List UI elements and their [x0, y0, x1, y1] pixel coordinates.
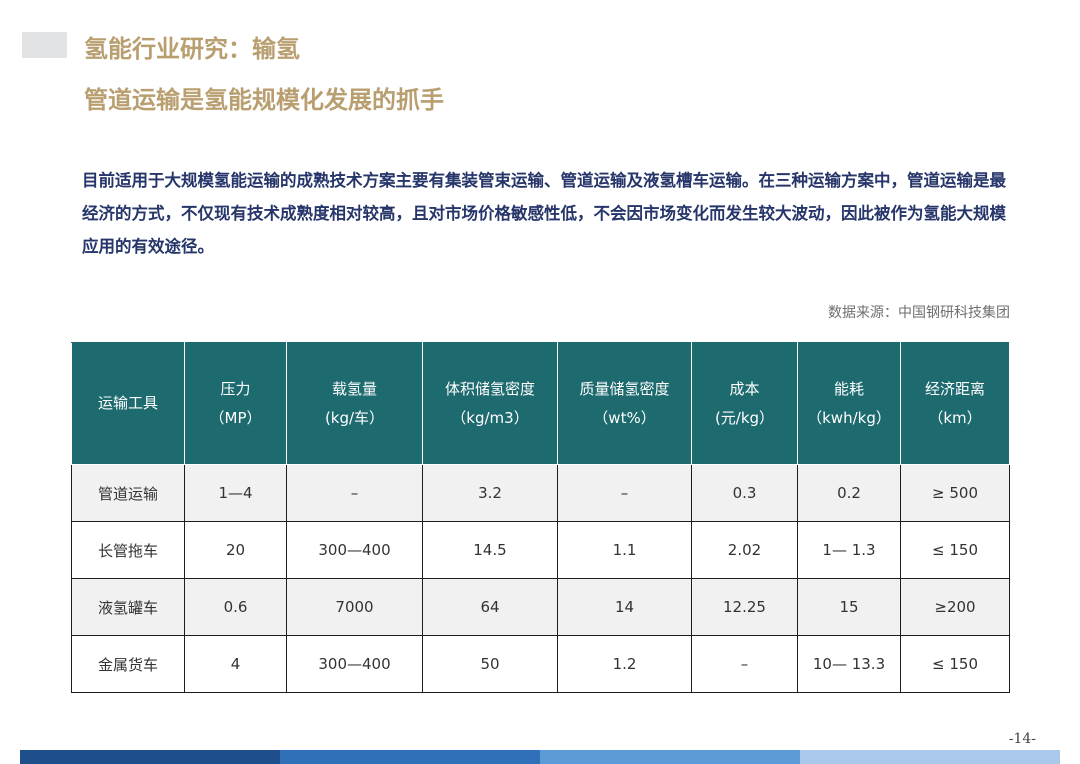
- table-cell: 14: [557, 578, 692, 636]
- header-unit: （km）: [928, 408, 982, 427]
- footer-segment: [20, 750, 280, 764]
- header-cell: 质量储氢密度 （wt%）: [557, 342, 692, 465]
- table-cell: ≥ 500: [900, 464, 1010, 522]
- table-cell: 15: [797, 578, 901, 636]
- table-cell: –: [691, 635, 798, 693]
- table-header-row: 运输工具 压力 （MP） 载氢量 (kg/车） 体积储氢密度 （kg/m3） 质量储氢…: [71, 342, 1010, 465]
- data-source: 数据来源：中国钢研科技集团: [828, 305, 1010, 321]
- header-cell: 运输工具: [71, 342, 185, 465]
- table-row: 管道运输 1—4 – 3.2 – 0.3 0.2 ≥ 500: [71, 464, 1010, 522]
- header-unit: （kwh/kg）: [807, 408, 891, 427]
- table-row: 金属货车 4 300—400 50 1.2 – 10— 13.3 ≤ 150: [71, 635, 1010, 693]
- header-unit: （wt%）: [593, 408, 656, 427]
- table-cell: 2.02: [691, 521, 798, 579]
- table-cell: 0.3: [691, 464, 798, 522]
- table-cell: 20: [184, 521, 287, 579]
- table-cell: 金属货车: [71, 635, 185, 693]
- footer-segment: [280, 750, 540, 764]
- table-cell: 4: [184, 635, 287, 693]
- table-cell: 300—400: [286, 521, 423, 579]
- header-cell: 成本 (元/kg）: [691, 342, 798, 465]
- header-label: 运输工具: [97, 394, 158, 412]
- header-cell: 载氢量 (kg/车）: [286, 342, 423, 465]
- transport-comparison-table: 运输工具 压力 （MP） 载氢量 (kg/车） 体积储氢密度 （kg/m3） 质量储氢…: [71, 342, 1010, 693]
- table-cell: 64: [422, 578, 558, 636]
- header-label: 能耗: [833, 379, 864, 398]
- header-label: 载氢量: [331, 379, 377, 398]
- header-label: 压力: [220, 379, 251, 398]
- table-cell: ≥200: [900, 578, 1010, 636]
- table-cell: 300—400: [286, 635, 423, 693]
- table-cell: 1— 1.3: [797, 521, 901, 579]
- table-row: 液氢罐车 0.6 7000 64 14 12.25 15 ≥200: [71, 578, 1010, 636]
- table-cell: 管道运输: [71, 464, 185, 522]
- table-cell: –: [286, 464, 423, 522]
- footer-color-bar: [20, 750, 1060, 764]
- footer-segment: [540, 750, 800, 764]
- header-unit: （kg/m3）: [451, 408, 529, 427]
- table-cell: ≤ 150: [900, 521, 1010, 579]
- header-cell: 体积储氢密度 （kg/m3）: [422, 342, 558, 465]
- page-title: 氢能行业研究：输氢: [84, 35, 300, 63]
- table-cell: 3.2: [422, 464, 558, 522]
- page-subtitle: 管道运输是氢能规模化发展的抓手: [84, 86, 444, 114]
- header-label: 经济距离: [924, 379, 985, 398]
- table-cell: 0.2: [797, 464, 901, 522]
- header-cell: 经济距离 （km）: [900, 342, 1010, 465]
- table-cell: 10— 13.3: [797, 635, 901, 693]
- table-cell: –: [557, 464, 692, 522]
- table-cell: 12.25: [691, 578, 798, 636]
- header-unit: (kg/车）: [324, 408, 385, 427]
- header-unit: （MP）: [209, 408, 262, 427]
- table-cell: 0.6: [184, 578, 287, 636]
- title-accent-bar: [22, 32, 67, 58]
- table-cell: 1.2: [557, 635, 692, 693]
- header-cell: 能耗 （kwh/kg）: [797, 342, 901, 465]
- header-cell: 压力 （MP）: [184, 342, 287, 465]
- body-paragraph: 目前适用于大规模氢能运输的成熟技术方案主要有集装管束运输、管道运输及液氢槽车运输…: [82, 171, 1006, 256]
- page-number: -14-: [1008, 731, 1036, 747]
- table-cell: 1.1: [557, 521, 692, 579]
- table-cell: 液氢罐车: [71, 578, 185, 636]
- header-label: 成本: [729, 379, 760, 398]
- table-cell: 14.5: [422, 521, 558, 579]
- table-row: 长管拖车 20 300—400 14.5 1.1 2.02 1— 1.3 ≤ 1…: [71, 521, 1010, 579]
- header-unit: (元/kg）: [714, 408, 775, 427]
- table-cell: 50: [422, 635, 558, 693]
- table-cell: 长管拖车: [71, 521, 185, 579]
- table-cell: 1—4: [184, 464, 287, 522]
- header-label: 体积储氢密度: [444, 379, 535, 398]
- header-label: 质量储氢密度: [579, 379, 670, 398]
- table-cell: 7000: [286, 578, 423, 636]
- table-cell: ≤ 150: [900, 635, 1010, 693]
- footer-segment: [800, 750, 1060, 764]
